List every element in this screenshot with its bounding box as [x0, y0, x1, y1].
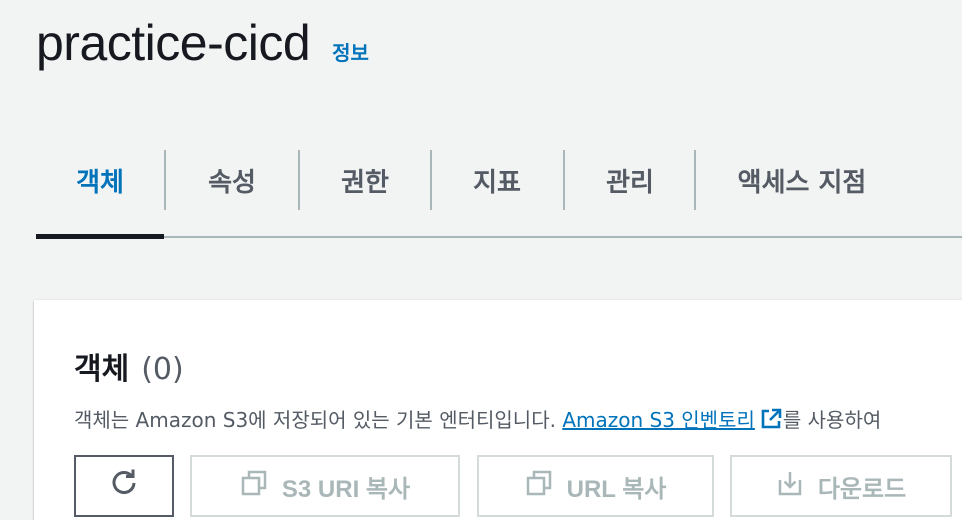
panel-header: 객체 (0) — [74, 344, 184, 388]
tab-metrics[interactable]: 지표 — [432, 150, 562, 210]
tab-permissions[interactable]: 권한 — [300, 150, 430, 210]
inventory-link[interactable]: Amazon S3 인벤토리 — [562, 408, 783, 432]
copy-icon — [525, 469, 553, 504]
tab-objects[interactable]: 객체 — [36, 150, 164, 210]
inventory-link-label: Amazon S3 인벤토리 — [562, 408, 755, 432]
panel-title: 객체 — [74, 352, 130, 387]
info-link[interactable]: 정보 — [332, 37, 369, 66]
copy-s3-uri-button[interactable]: S3 URI 복사 — [190, 455, 460, 517]
object-count: (0) — [141, 352, 184, 387]
active-tab-indicator — [36, 234, 164, 239]
tab-access-points[interactable]: 액세스 지점 — [696, 150, 908, 210]
download-button[interactable]: 다운로드 — [730, 455, 952, 517]
download-icon — [776, 469, 804, 504]
copy-icon — [240, 469, 268, 504]
download-label: 다운로드 — [817, 475, 907, 503]
page-title: practice-cicd — [36, 15, 311, 71]
refresh-icon — [108, 467, 140, 506]
description-suffix: 를 사용하여 — [782, 408, 882, 432]
copy-url-label: URL 복사 — [566, 475, 667, 503]
refresh-button[interactable] — [74, 455, 174, 517]
panel-description: 객체는 Amazon S3에 저장되어 있는 기본 엔터티입니다. Amazon… — [74, 404, 881, 436]
description-text: 객체는 Amazon S3에 저장되어 있는 기본 엔터티입니다. — [74, 408, 563, 432]
copy-url-button[interactable]: URL 복사 — [477, 455, 714, 517]
tab-management[interactable]: 관리 — [565, 150, 695, 210]
tab-bar: 객체 속성 권한 지표 관리 액세스 지점 — [36, 150, 962, 239]
external-link-icon — [759, 407, 783, 436]
objects-panel: 객체 (0) 객체는 Amazon S3에 저장되어 있는 기본 엔터티입니다.… — [34, 300, 962, 520]
tab-properties[interactable]: 속성 — [166, 150, 298, 210]
copy-s3-uri-label: S3 URI 복사 — [281, 475, 411, 503]
page-header: practice-cicd 정보 — [36, 14, 369, 72]
